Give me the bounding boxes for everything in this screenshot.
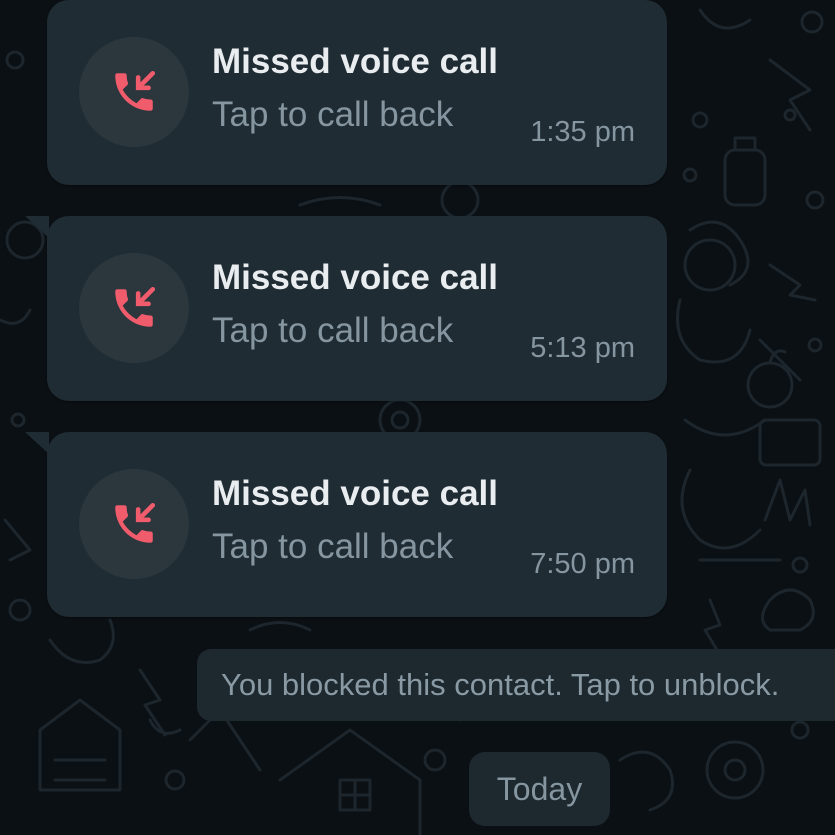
missed-call-icon [79, 37, 189, 147]
blocked-contact-notice[interactable]: You blocked this contact. Tap to unblock… [197, 649, 835, 721]
blocked-contact-text: You blocked this contact. Tap to unblock… [221, 667, 780, 702]
missed-call-icon [79, 253, 189, 363]
missed-call-glyph [115, 502, 156, 543]
date-divider: Today [469, 752, 610, 826]
bubble-tail [25, 216, 49, 238]
missed-call-bubble[interactable]: Missed voice call Tap to call back 1:35 … [47, 0, 667, 185]
missed-call-icon [79, 469, 189, 579]
bubble-tail [25, 432, 49, 454]
missed-call-bubble[interactable]: Missed voice call Tap to call back 5:13 … [25, 216, 667, 401]
missed-call-glyph [115, 70, 156, 111]
date-divider-label: Today [496, 770, 583, 807]
call-back-hint: Tap to call back [212, 311, 454, 350]
call-title: Missed voice call [212, 42, 498, 81]
message-time: 7:50 pm [530, 548, 635, 580]
missed-call-bubble[interactable]: Missed voice call Tap to call back 7:50 … [25, 432, 667, 617]
call-title: Missed voice call [212, 474, 498, 513]
call-title: Missed voice call [212, 258, 498, 297]
missed-call-glyph [115, 286, 156, 327]
message-time: 1:35 pm [530, 116, 635, 148]
message-time: 5:13 pm [530, 332, 635, 364]
call-back-hint: Tap to call back [212, 95, 454, 134]
call-back-hint: Tap to call back [212, 527, 454, 566]
